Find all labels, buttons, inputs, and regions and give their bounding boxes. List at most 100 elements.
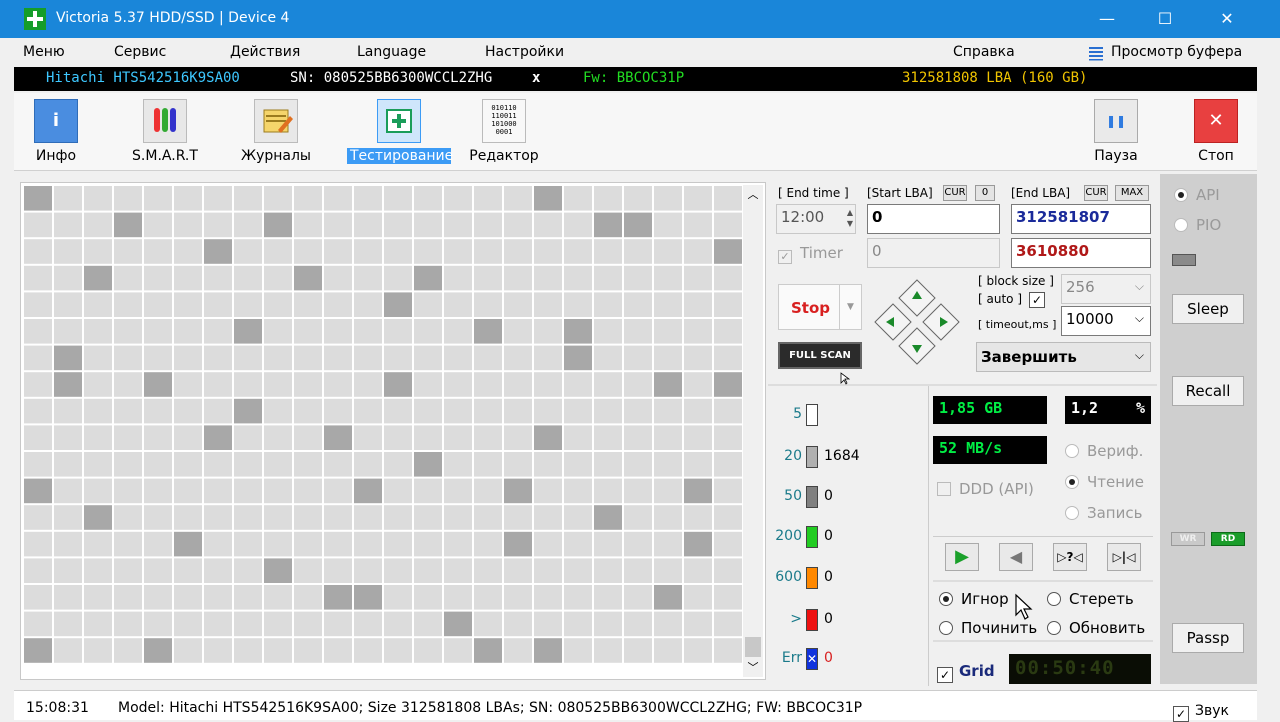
recall-button[interactable]: Recall: [1172, 376, 1244, 406]
end-lba-max-button[interactable]: MAX: [1115, 185, 1149, 201]
title-bar: Victoria 5.37 HDD/SSD | Device 4 — ☐ ✕: [0, 0, 1280, 38]
menu-item-settings[interactable]: Настройки: [485, 44, 564, 60]
device-model[interactable]: Hitachi HTS542516K9SA00: [46, 70, 240, 86]
scan-block: [54, 239, 82, 264]
scan-block: [144, 292, 172, 317]
scan-block: [144, 558, 172, 583]
ddd-api-checkbox[interactable]: DDD (API): [937, 480, 1034, 498]
scan-block: [264, 425, 292, 450]
scan-block: [84, 611, 112, 637]
scan-block: [414, 345, 442, 371]
end-lba-cur-button[interactable]: CUR: [1084, 185, 1108, 201]
scan-block: [624, 452, 652, 477]
scan-block: [114, 239, 142, 264]
scan-block: [474, 212, 502, 238]
menu-item-help[interactable]: Справка: [953, 44, 1015, 60]
full-scan-button[interactable]: FULL SCAN: [778, 342, 862, 369]
scan-block: [384, 345, 412, 371]
scan-block: [564, 186, 592, 211]
scan-block: [54, 558, 82, 583]
auto-checkbox[interactable]: ✓: [1029, 292, 1045, 308]
scan-block: [504, 452, 532, 477]
start-lba-cur-button[interactable]: CUR: [943, 185, 967, 201]
smart-button[interactable]: S.M.A.R.T: [120, 99, 210, 169]
scan-block: [444, 505, 472, 530]
scan-block: [414, 372, 442, 397]
ignore-radio[interactable]: Игнор: [939, 590, 1009, 608]
device-close-icon[interactable]: x: [532, 70, 540, 86]
scan-block: [264, 345, 292, 371]
testing-button[interactable]: Тестирование: [347, 99, 453, 169]
scroll-up-icon[interactable]: ︿: [743, 185, 763, 205]
menu-item-menu[interactable]: Меню: [23, 44, 65, 60]
scan-block: [114, 372, 142, 397]
scan-block: [684, 611, 712, 637]
api-radio[interactable]: API: [1174, 186, 1220, 204]
end-lba-input[interactable]: 312581807: [1011, 204, 1151, 234]
menu-item-service[interactable]: Сервис: [114, 44, 166, 60]
read-radio[interactable]: Чтение: [1065, 473, 1144, 491]
menu-item-language[interactable]: Language: [357, 44, 426, 60]
pio-radio[interactable]: PIO: [1174, 216, 1221, 234]
skip-icon[interactable]: ▷|◁: [1107, 543, 1141, 571]
direction-pad-icon[interactable]: [872, 277, 962, 367]
pause-button[interactable]: ❚❚ Пауза: [1071, 99, 1161, 169]
close-button[interactable]: ✕: [1196, 0, 1258, 38]
write-radio[interactable]: Запись: [1065, 504, 1142, 522]
passport-button[interactable]: Passp: [1172, 623, 1244, 653]
info-button[interactable]: i Инфо: [11, 99, 101, 169]
menu-item-actions[interactable]: Действия: [230, 44, 300, 60]
scan-block: [624, 585, 652, 610]
scan-block: [354, 452, 382, 477]
start-lba-input[interactable]: 0: [867, 204, 1000, 234]
minimize-button[interactable]: —: [1076, 0, 1138, 38]
stop-toolbar-button[interactable]: ✕ Стоп: [1171, 99, 1261, 169]
scan-block: [564, 531, 592, 557]
stop-scan-button[interactable]: Stop ▼: [778, 284, 862, 330]
scan-block: [594, 531, 622, 557]
block-size-select[interactable]: 256 ⌵: [1061, 274, 1151, 304]
skip-question-icon[interactable]: ▷?◁: [1053, 543, 1087, 571]
scan-block: [354, 265, 382, 291]
scan-block: [204, 398, 232, 424]
sound-checkbox[interactable]: ✓ Звук: [1173, 703, 1229, 722]
end-time-input[interactable]: 12:00 ▲ ▼: [776, 204, 856, 234]
refresh-radio[interactable]: Обновить: [1047, 619, 1145, 637]
back-icon[interactable]: ◀: [999, 543, 1033, 571]
play-icon[interactable]: ▶: [945, 543, 979, 571]
start-lba-zero-button[interactable]: 0: [975, 185, 995, 201]
level-bar: [806, 526, 818, 548]
chevron-down-icon: ⌵: [1134, 311, 1144, 325]
scan-block: [294, 212, 322, 238]
verify-radio[interactable]: Вериф.: [1065, 442, 1143, 460]
scroll-down-icon[interactable]: ﹀: [743, 659, 763, 677]
scan-block: [144, 186, 172, 211]
timer-checkbox[interactable]: ✓ Timer: [778, 244, 843, 264]
scan-block: [624, 398, 652, 424]
scan-block: [564, 505, 592, 530]
time-spinner-icon[interactable]: ▲ ▼: [847, 207, 853, 229]
grid-checkbox[interactable]: ✓ Grid: [937, 662, 995, 683]
level-bar: [806, 609, 818, 631]
scan-block: [624, 531, 652, 557]
scan-block: [234, 638, 262, 663]
repair-radio[interactable]: Починить: [939, 619, 1037, 637]
scan-block: [234, 478, 262, 504]
scan-block: [384, 531, 412, 557]
timer-input[interactable]: 0: [867, 238, 1000, 268]
scan-block: [504, 611, 532, 637]
chevron-down-icon[interactable]: ▼: [839, 285, 861, 329]
timeout-select[interactable]: 10000 ⌵: [1061, 306, 1151, 336]
logs-button[interactable]: Журналы: [231, 99, 321, 169]
finish-action-select[interactable]: Завершить ⌵: [976, 342, 1151, 372]
sleep-button[interactable]: Sleep: [1172, 294, 1244, 324]
scan-block: [234, 319, 262, 344]
erase-radio[interactable]: Стереть: [1047, 590, 1134, 608]
scroll-thumb[interactable]: [745, 637, 761, 657]
maximize-button[interactable]: ☐: [1134, 0, 1196, 38]
scan-block: [174, 398, 202, 424]
menu-item-buffer-view[interactable]: Просмотр буфера: [1111, 44, 1242, 60]
scan-block: [444, 452, 472, 477]
editor-button[interactable]: 010110 110011 101000 0001 Редактор: [459, 99, 549, 169]
grid-scrollbar[interactable]: ︿ ﹀: [743, 185, 763, 677]
